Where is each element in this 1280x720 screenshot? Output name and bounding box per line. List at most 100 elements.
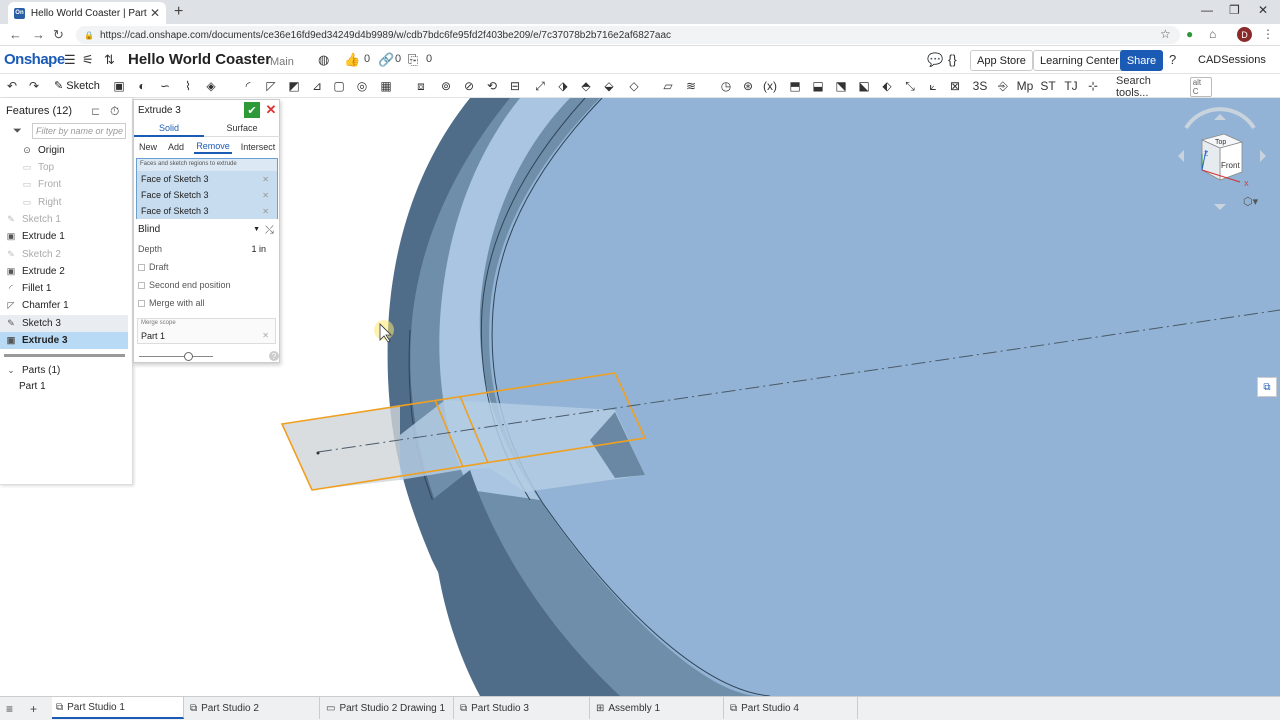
- url-field[interactable]: 🔒 https://cad.onshape.com/documents/ce36…: [76, 26, 1180, 44]
- flange-tool-icon[interactable]: ⬓: [810, 78, 826, 94]
- tab-surface[interactable]: Surface: [204, 120, 280, 137]
- op-add[interactable]: Add: [164, 140, 188, 154]
- side-panel-toggle-icon[interactable]: ⧉: [1257, 377, 1277, 397]
- learning-center-button[interactable]: Learning Center: [1033, 50, 1126, 71]
- depth-field[interactable]: Depth 1 in: [138, 244, 266, 254]
- feature-sketch-1[interactable]: ✎ Sketch 1: [0, 211, 128, 228]
- draft-checkbox[interactable]: Draft: [138, 262, 266, 272]
- help-icon[interactable]: ?: [269, 351, 279, 361]
- branch-label[interactable]: Main: [270, 56, 294, 68]
- boolean-tool-icon[interactable]: ⊚: [438, 78, 454, 94]
- op-remove[interactable]: Remove: [194, 140, 232, 154]
- tab-drawing-1[interactable]: ▭ Part Studio 2 Drawing 1: [322, 697, 454, 719]
- view-cube[interactable]: Top Front Z X: [1174, 106, 1274, 216]
- fillet-tool-icon[interactable]: ◜: [240, 78, 256, 94]
- redo-icon[interactable]: ↷: [26, 78, 42, 94]
- rollback-timer-icon[interactable]: ⏱: [110, 104, 119, 119]
- shell-tool-icon[interactable]: ▢: [331, 78, 347, 94]
- feature-filter-input[interactable]: Filter by name or type: [32, 123, 126, 139]
- onshape-logo[interactable]: Onshape: [4, 51, 65, 68]
- help-icon[interactable]: ?: [1169, 52, 1176, 67]
- merge-all-checkbox[interactable]: Merge with all: [138, 298, 266, 308]
- depth-value[interactable]: 1 in: [251, 244, 266, 254]
- faces-query-list[interactable]: Faces and sketch regions to extrude Face…: [136, 158, 278, 219]
- feature-extrude-1[interactable]: ▣ Extrude 1: [0, 228, 128, 245]
- rollback-bar[interactable]: [4, 354, 125, 357]
- remove-query-icon[interactable]: ✕: [262, 191, 269, 200]
- remove-query-icon[interactable]: ✕: [262, 207, 269, 216]
- preview-slider-track[interactable]: [139, 356, 213, 357]
- minimize-icon[interactable]: —: [1201, 3, 1213, 17]
- plane-tool-icon[interactable]: ◇: [626, 78, 642, 94]
- forward-icon[interactable]: →: [32, 27, 45, 42]
- feature-sketch-3[interactable]: ✎ Sketch 3: [0, 315, 128, 332]
- part-item[interactable]: Part 1: [0, 378, 128, 395]
- app-store-button[interactable]: App Store: [970, 50, 1033, 71]
- browser-profile-avatar[interactable]: D: [1237, 27, 1252, 42]
- second-end-checkbox[interactable]: Second end position: [138, 280, 266, 290]
- cancel-x-icon[interactable]: ✕: [265, 102, 277, 118]
- hole-tool-icon[interactable]: ◎: [354, 78, 370, 94]
- parts-header[interactable]: ⌄ Parts (1): [0, 362, 128, 379]
- search-tools-input[interactable]: Search tools... alt C: [1112, 75, 1212, 99]
- modify-fillet-tool-icon[interactable]: ⤢: [532, 78, 548, 94]
- offset-surface-tool-icon[interactable]: ⬙: [601, 78, 617, 94]
- custom-feature-icon[interactable]: ⎆: [995, 78, 1011, 94]
- featurescript-icon[interactable]: {}: [948, 52, 957, 67]
- checkbox[interactable]: [138, 281, 145, 289]
- bend-tool-icon[interactable]: ⬕: [856, 78, 872, 94]
- browser-menu-icon[interactable]: ⋮: [1262, 27, 1274, 41]
- version-graph-icon[interactable]: ⇅: [104, 52, 115, 68]
- transform-tool-icon[interactable]: ⟲: [484, 78, 500, 94]
- point-tool-icon[interactable]: ◷: [718, 78, 734, 94]
- folder-icon[interactable]: ⊏: [91, 105, 100, 118]
- revolve-tool-icon[interactable]: ◐: [134, 78, 150, 94]
- loft-tool-icon[interactable]: ⌇: [180, 78, 196, 94]
- back-icon[interactable]: ←: [9, 27, 22, 42]
- insert-tab-icon[interactable]: +: [30, 702, 37, 716]
- tab-part-studio-1[interactable]: ⧉ Part Studio 1: [52, 697, 184, 719]
- view-options-icon[interactable]: ⬡▾: [1243, 195, 1258, 208]
- feature-origin[interactable]: ⊙ Origin: [0, 142, 128, 159]
- query-item[interactable]: Face of Sketch 3 ✕: [137, 187, 277, 203]
- new-tab-icon[interactable]: +: [174, 3, 183, 21]
- flip-direction-icon[interactable]: ⤯: [265, 224, 274, 237]
- close-tab-icon[interactable]: ✕: [150, 6, 160, 20]
- share-button[interactable]: Share: [1120, 50, 1163, 71]
- copy-icon[interactable]: ⎘: [408, 52, 418, 68]
- thicken-tool-icon[interactable]: ◈: [203, 78, 219, 94]
- filter-icon[interactable]: ⏷: [13, 125, 22, 138]
- rib-tool-icon[interactable]: ⊿: [309, 78, 325, 94]
- tab-tool-icon[interactable]: ⬔: [833, 78, 849, 94]
- maximize-icon[interactable]: ❐: [1229, 3, 1240, 17]
- split-tool-icon[interactable]: ⊘: [461, 78, 477, 94]
- corner-tool-icon[interactable]: ⬖: [879, 78, 895, 94]
- bookmark-star-icon[interactable]: ☆: [1160, 27, 1171, 41]
- pattern-tool-icon[interactable]: ▦: [378, 78, 394, 94]
- move-face-tool-icon[interactable]: ⬗: [555, 78, 571, 94]
- replace-face-tool-icon[interactable]: ⬘: [578, 78, 594, 94]
- tab-part-studio-2[interactable]: ⧉ Part Studio 2: [186, 697, 320, 719]
- custom-feature-mp-icon[interactable]: Mp: [1017, 78, 1034, 94]
- tab-assembly-1[interactable]: ⊞ Assembly 1: [592, 697, 724, 719]
- feature-front-plane[interactable]: ▭ Front: [0, 176, 128, 193]
- hamburger-menu-icon[interactable]: ☰: [64, 52, 76, 68]
- comment-icon[interactable]: 💬: [927, 52, 943, 68]
- tab-part-studio-4[interactable]: ⧉ Part Studio 4: [726, 697, 858, 719]
- feature-right-plane[interactable]: ▭ Right: [0, 194, 128, 211]
- feature-sketch-2[interactable]: ✎ Sketch 2: [0, 246, 128, 263]
- wrap-tool-icon[interactable]: ⊛: [740, 78, 756, 94]
- hem-tool-icon[interactable]: ⟀: [925, 78, 941, 94]
- add-custom-feature-icon[interactable]: ⊹: [1085, 78, 1101, 94]
- link-icon[interactable]: 🔗: [378, 52, 394, 68]
- checkbox[interactable]: [138, 263, 145, 271]
- document-settings-icon[interactable]: ⚟: [82, 52, 94, 68]
- op-new[interactable]: New: [136, 140, 160, 154]
- checkbox[interactable]: [138, 299, 145, 307]
- delete-part-tool-icon[interactable]: ⊟: [507, 78, 523, 94]
- feature-extrude-2[interactable]: ▣ Extrude 2: [0, 263, 128, 280]
- custom-feature-3s-icon[interactable]: 3S: [972, 78, 988, 94]
- sweep-tool-icon[interactable]: ∽: [157, 78, 173, 94]
- draft-tool-icon[interactable]: ◩: [286, 78, 302, 94]
- feature-chamfer-1[interactable]: ◸ Chamfer 1: [0, 297, 128, 314]
